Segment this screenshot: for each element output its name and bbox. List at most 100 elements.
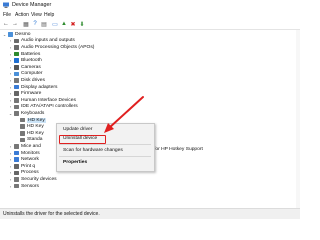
- chevron-right-icon[interactable]: ›: [8, 104, 13, 109]
- tree-child-hd-keyboard[interactable]: HD Key: [19, 117, 46, 124]
- tree-child-label: HD Key: [27, 130, 44, 136]
- tree-item-bluetooth[interactable]: › Bluetooth: [8, 57, 42, 64]
- tree-item-label: Print q: [21, 163, 36, 169]
- tree-item-cameras[interactable]: › Cameras: [8, 64, 41, 71]
- tree-item-batteries[interactable]: › Batteries: [8, 51, 40, 58]
- tree-item-processors[interactable]: › Process: [8, 170, 39, 177]
- tree-item-keyboards[interactable]: ⌄ Keyboards: [8, 110, 45, 117]
- chevron-down-icon[interactable]: ⌄: [2, 32, 7, 37]
- chevron-right-icon[interactable]: ›: [8, 65, 13, 70]
- tree-item-label: Cameras: [21, 64, 41, 70]
- tree-item-firmware[interactable]: › Firmware: [8, 90, 42, 97]
- tree-item-ide[interactable]: › IDE ATA/ATAPI controllers: [8, 104, 78, 111]
- tree-item-computer[interactable]: › Computer: [8, 71, 43, 78]
- tree-item-label: Computer: [21, 71, 43, 77]
- tree-item-label: Process: [21, 170, 39, 176]
- tree-item-monitors[interactable]: › Monitors: [8, 150, 40, 157]
- scan-hardware-icon[interactable]: ⬇: [78, 20, 86, 28]
- tree-item-label: Security devices: [21, 176, 57, 182]
- keyboard-icon: [20, 137, 25, 143]
- tree-item-hid[interactable]: › Human Interface Devices: [8, 97, 76, 104]
- menu-help[interactable]: Help: [44, 12, 54, 18]
- tree-child-label: HD Key: [27, 124, 44, 130]
- root-label: Desmo: [15, 31, 31, 37]
- chevron-right-icon[interactable]: ›: [8, 71, 13, 76]
- speaker-icon: [14, 38, 19, 44]
- monitor-icon[interactable]: ▭: [51, 20, 59, 28]
- chevron-right-icon[interactable]: ›: [8, 78, 13, 83]
- tree-item-label: Network: [21, 157, 39, 163]
- back-arrow-icon[interactable]: ←: [2, 20, 10, 28]
- chevron-right-icon[interactable]: ›: [8, 52, 13, 57]
- chevron-right-icon[interactable]: ›: [8, 38, 13, 43]
- chevron-down-icon[interactable]: ⌄: [8, 111, 13, 116]
- uninstall-icon[interactable]: ✖: [69, 20, 77, 28]
- tree-item-label: Mice and: [21, 143, 41, 149]
- speaker-icon: [14, 45, 19, 50]
- tree-item-display-adapters[interactable]: › Display adapters: [8, 84, 58, 91]
- chevron-right-icon[interactable]: ›: [8, 184, 13, 189]
- tree-item-apo[interactable]: › Audio Processing Objects (APOs): [8, 44, 95, 51]
- keyboard-icon: [20, 131, 25, 136]
- hid-icon: [14, 98, 19, 103]
- toolbar: ← → ▦ ? ▤ ▭ ▲ ✖ ⬇: [0, 19, 300, 30]
- tree-item-label: Audio Processing Objects (APOs): [21, 44, 95, 50]
- printer-icon: [14, 164, 19, 169]
- menu-action[interactable]: Action: [15, 12, 29, 18]
- tree-item-mice[interactable]: › Mice and: [8, 143, 41, 150]
- tree-item-audio[interactable]: › Audio inputs and outputs: [8, 38, 75, 45]
- enable-device-icon[interactable]: ▲: [60, 20, 68, 28]
- chevron-right-icon[interactable]: ›: [8, 144, 13, 149]
- chevron-right-icon[interactable]: ›: [8, 151, 13, 156]
- bluetooth-icon: [14, 58, 19, 63]
- chevron-right-icon[interactable]: ›: [8, 170, 13, 175]
- update-driver-icon[interactable]: ▤: [40, 20, 48, 28]
- tree-item-label: Bluetooth: [21, 58, 42, 64]
- tree-item-security-devices[interactable]: › Security devices: [8, 176, 57, 183]
- status-text: Uninstalls the driver for the selected d…: [3, 211, 100, 217]
- vertical-scrollbar[interactable]: [296, 30, 300, 208]
- menu-item-scan-hardware[interactable]: Scan for hardware changes: [63, 148, 123, 153]
- tree-item-print-queues[interactable]: › Print q: [8, 163, 35, 170]
- menu-separator: [59, 144, 151, 145]
- properties-icon[interactable]: ▦: [22, 20, 30, 28]
- tree-root[interactable]: ⌄ Desmo: [2, 31, 31, 38]
- chevron-right-icon[interactable]: ›: [8, 91, 13, 96]
- chevron-right-icon[interactable]: ›: [8, 157, 13, 162]
- chevron-right-icon[interactable]: ›: [8, 177, 13, 182]
- tree-item-label: IDE ATA/ATAPI controllers: [21, 104, 78, 110]
- status-bar: Uninstalls the driver for the selected d…: [0, 208, 300, 219]
- forward-arrow-icon[interactable]: →: [11, 20, 19, 28]
- tree-item-label: Keyboards: [21, 110, 45, 116]
- menu-view[interactable]: View: [31, 12, 42, 18]
- computer-icon: [8, 32, 13, 37]
- tree-item-network[interactable]: › Network: [8, 156, 39, 163]
- tree-item-label: Display adapters: [21, 84, 58, 90]
- tree-item-disk-drives[interactable]: › Disk drives: [8, 77, 45, 84]
- security-device-icon: [14, 177, 19, 182]
- tree-child-standard-keyboard[interactable]: Standa: [19, 137, 43, 144]
- menu-item-uninstall-device[interactable]: Uninstall device: [63, 136, 97, 141]
- menu-item-properties[interactable]: Properties: [63, 160, 87, 165]
- network-icon: [14, 157, 19, 162]
- menu-item-update-driver[interactable]: Update driver: [63, 127, 92, 132]
- menu-bar: File Action View Help: [0, 10, 300, 19]
- chevron-right-icon[interactable]: ›: [8, 98, 13, 103]
- keyboard-icon: [14, 111, 19, 116]
- tree-child-label: HD Key: [27, 117, 46, 123]
- chevron-right-icon[interactable]: ›: [8, 164, 13, 169]
- tree-item-label: Audio inputs and outputs: [21, 38, 75, 44]
- tree-child-hd-keyboard[interactable]: HD Key: [19, 123, 44, 130]
- menu-file[interactable]: File: [3, 12, 11, 18]
- help-icon[interactable]: ?: [31, 20, 39, 28]
- tree-child-hd-keyboard[interactable]: HD Key: [19, 130, 44, 137]
- chevron-right-icon[interactable]: ›: [8, 58, 13, 63]
- tree-item-sensors[interactable]: › Sensors: [8, 183, 39, 190]
- tree-item-label: Sensors: [21, 183, 39, 189]
- menu-separator: [59, 156, 151, 157]
- chevron-right-icon[interactable]: ›: [8, 45, 13, 50]
- device-manager-icon: [3, 2, 9, 8]
- chevron-right-icon[interactable]: ›: [8, 85, 13, 90]
- camera-icon: [14, 65, 19, 70]
- tree-item-label: Batteries: [21, 51, 41, 57]
